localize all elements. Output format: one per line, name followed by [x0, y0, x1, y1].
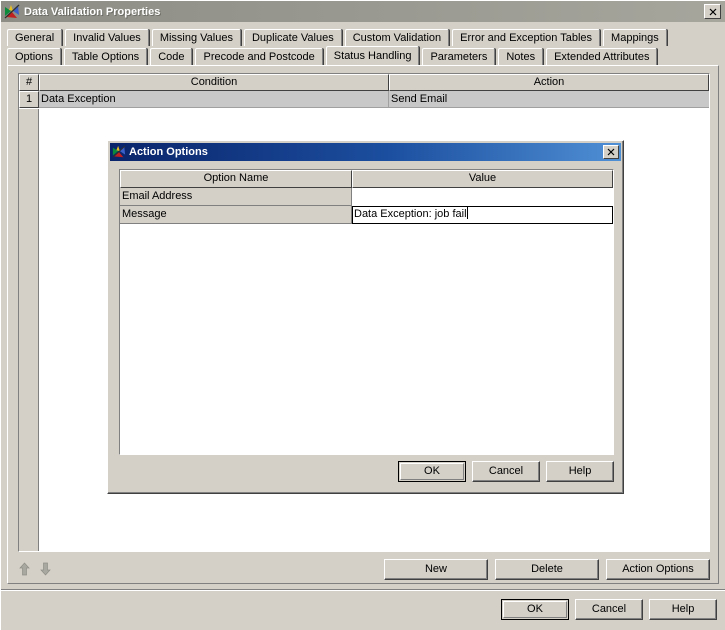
tab-parameters[interactable]: Parameters: [422, 48, 496, 65]
list-item[interactable]: Message Data Exception: job fail: [120, 206, 613, 224]
dialog-help-button[interactable]: Help: [546, 461, 614, 482]
tab-table-options[interactable]: Table Options: [63, 48, 148, 65]
tabstrip-row-1: General Invalid Values Missing Values Du…: [7, 27, 723, 46]
tab-label: Parameters: [430, 51, 488, 63]
list-item[interactable]: Email Address: [120, 188, 613, 206]
tab-options[interactable]: Options: [7, 48, 61, 65]
footer-separator: [1, 589, 725, 591]
tab-custom-validation[interactable]: Custom Validation: [344, 29, 450, 46]
action-options-button[interactable]: Action Options: [606, 558, 710, 580]
option-name-email-address[interactable]: Email Address: [120, 188, 352, 206]
tab-label: Code: [158, 51, 185, 63]
window-close-button[interactable]: [704, 4, 721, 19]
dialog-ok-button[interactable]: OK: [398, 461, 466, 482]
tabrow-bottom: Options Table Options Code Precode and P…: [7, 46, 723, 65]
tab-label: Missing Values: [159, 32, 233, 44]
tab-label: Precode and Postcode: [203, 51, 315, 63]
help-button[interactable]: Help: [649, 599, 717, 620]
tab-label: Extended Attributes: [554, 51, 650, 63]
dialog-cancel-button[interactable]: Cancel: [472, 461, 540, 482]
app-butterfly-icon: [112, 145, 126, 159]
option-value-message[interactable]: Data Exception: job fail: [352, 206, 613, 224]
tab-extended-attributes[interactable]: Extended Attributes: [546, 48, 658, 65]
tab-label: Mappings: [611, 32, 659, 44]
option-value-email-address[interactable]: [352, 188, 613, 206]
dialog-header-value[interactable]: Value: [352, 170, 613, 188]
grid-toolbar: New Delete Action Options: [18, 558, 710, 580]
action-options-grid[interactable]: Option Name Value Email Address Message …: [119, 169, 614, 455]
action-options-dialog: Action Options Option Name Value Email A…: [107, 140, 624, 494]
close-icon: [709, 8, 716, 15]
grid-header-row: # Condition Action: [19, 74, 709, 91]
tab-precode-and-postcode[interactable]: Precode and Postcode: [195, 48, 323, 65]
dialog-close-button[interactable]: [603, 145, 619, 159]
app-butterfly-icon: [4, 4, 20, 20]
option-name-message[interactable]: Message: [120, 206, 352, 224]
window-footer: OK Cancel Help: [1, 599, 725, 625]
dialog-titlebar: Action Options: [110, 143, 621, 161]
tab-mappings[interactable]: Mappings: [603, 29, 667, 46]
tab-missing-values[interactable]: Missing Values: [151, 29, 241, 46]
grid-header-action[interactable]: Action: [389, 74, 709, 91]
window-titlebar: Data Validation Properties: [1, 1, 725, 22]
tab-notes[interactable]: Notes: [498, 48, 544, 65]
dialog-title: Action Options: [129, 146, 208, 158]
tab-code[interactable]: Code: [150, 48, 193, 65]
tabrow-top: General Invalid Values Missing Values Du…: [7, 27, 723, 46]
cancel-button[interactable]: Cancel: [575, 599, 643, 620]
window-title: Data Validation Properties: [24, 5, 161, 18]
tab-label: Error and Exception Tables: [460, 32, 593, 44]
tab-label: Custom Validation: [352, 32, 442, 44]
tab-label: Duplicate Values: [251, 32, 334, 44]
tab-status-handling[interactable]: Status Handling: [325, 46, 420, 65]
text-caret: [466, 207, 468, 219]
tab-invalid-values[interactable]: Invalid Values: [65, 29, 149, 46]
tab-label: Status Handling: [333, 50, 412, 62]
tab-label: Notes: [506, 51, 536, 63]
tab-duplicate-values[interactable]: Duplicate Values: [243, 29, 342, 46]
row-number[interactable]: 1: [19, 91, 39, 108]
ok-button[interactable]: OK: [501, 599, 569, 620]
grid-header-condition[interactable]: Condition: [39, 74, 389, 91]
row-action[interactable]: Send Email: [389, 91, 709, 108]
close-icon: [607, 148, 615, 156]
ok-button-label: OK: [527, 603, 543, 615]
tab-label: Options: [15, 51, 53, 63]
grid-header-number[interactable]: #: [19, 74, 39, 91]
arrow-down-icon[interactable]: [39, 562, 52, 576]
tab-label: General: [15, 32, 55, 44]
new-button[interactable]: New: [384, 558, 488, 580]
dialog-header-option-name[interactable]: Option Name: [120, 170, 352, 188]
delete-button[interactable]: Delete: [495, 558, 599, 580]
dialog-grid-header-row: Option Name Value: [120, 170, 613, 188]
tab-label: Table Options: [71, 51, 140, 63]
tab-label: Invalid Values: [73, 32, 141, 44]
dialog-ok-button-label: OK: [424, 465, 440, 477]
data-validation-properties-window: Data Validation Properties General Inval…: [0, 0, 725, 630]
message-value-text: Data Exception: job fail: [354, 208, 467, 220]
tab-general[interactable]: General: [7, 29, 63, 46]
row-condition[interactable]: Data Exception: [39, 91, 389, 108]
grid-row-gutter: [19, 109, 39, 551]
table-row[interactable]: 1 Data Exception Send Email: [19, 91, 709, 108]
arrow-up-icon[interactable]: [18, 562, 31, 576]
dialog-footer: OK Cancel Help: [108, 461, 625, 491]
tabstrip-row-2: Options Table Options Code Precode and P…: [7, 46, 723, 65]
tab-error-and-exception-tables[interactable]: Error and Exception Tables: [452, 29, 601, 46]
